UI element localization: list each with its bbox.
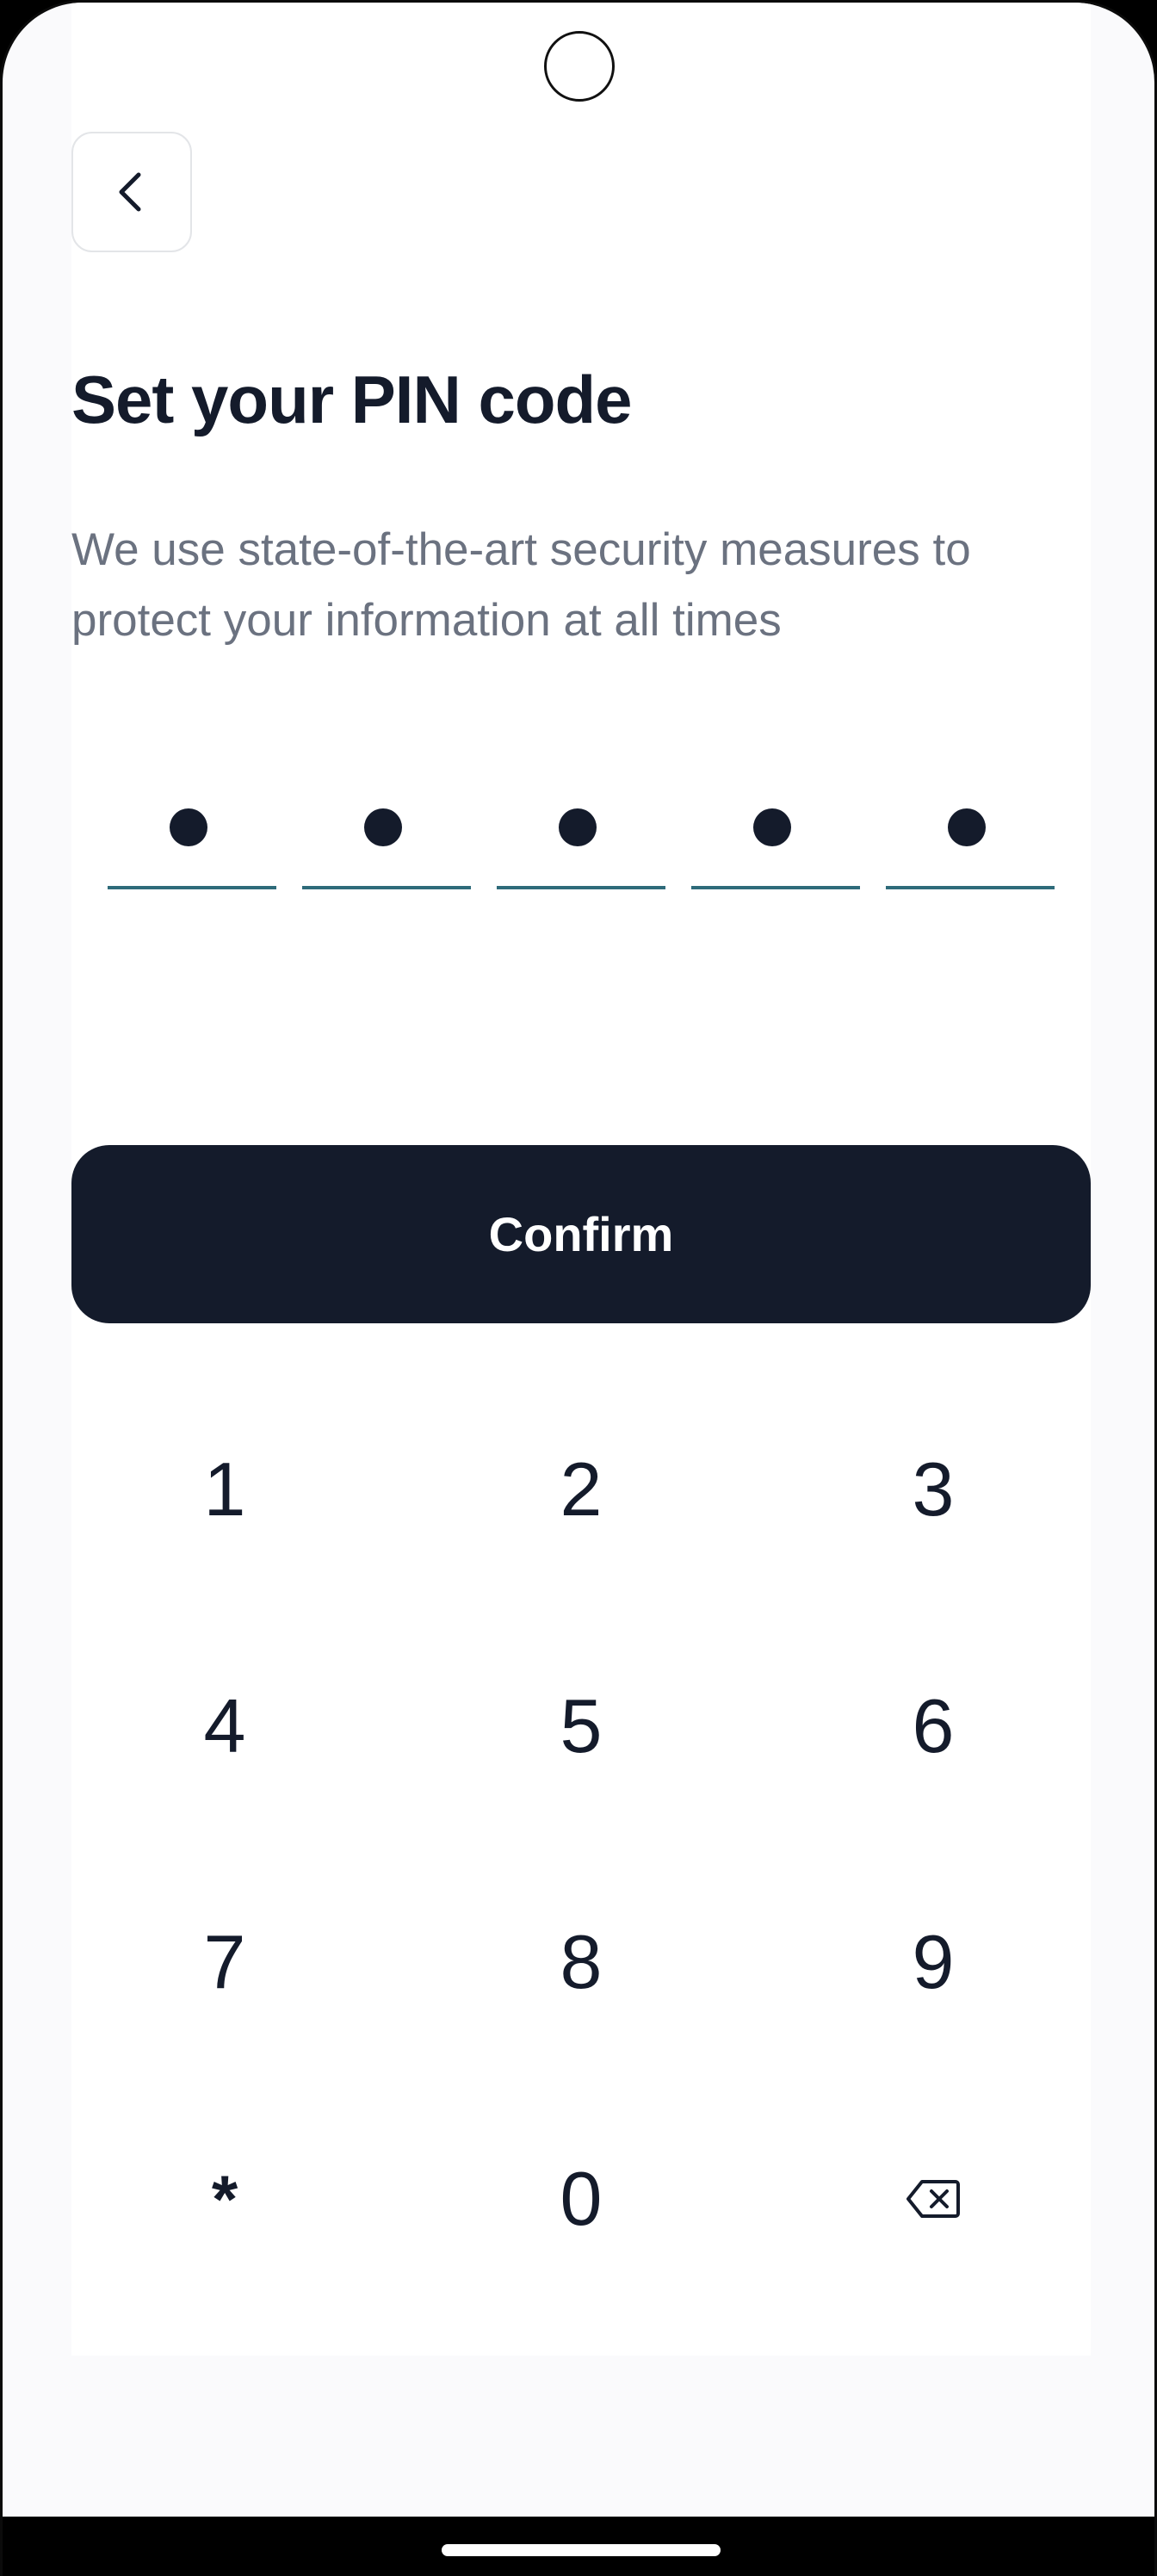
key-8[interactable]: 8 <box>452 1850 710 2074</box>
key-star[interactable]: * <box>96 2087 354 2311</box>
pin-slot[interactable] <box>302 777 471 889</box>
page-title: Set your PIN code <box>71 362 632 437</box>
confirm-button[interactable]: Confirm <box>71 1145 1091 1323</box>
page-subtitle: We use state-of-the-art security measure… <box>71 524 971 646</box>
backspace-button[interactable] <box>804 2087 1062 2311</box>
key-0[interactable]: 0 <box>452 2087 710 2311</box>
numeric-keypad: 1 2 3 4 5 6 7 8 9 * 0 <box>71 1378 1091 2325</box>
pin-dot <box>364 808 402 846</box>
key-6[interactable]: 6 <box>804 1614 1062 1838</box>
key-9[interactable]: 9 <box>804 1850 1062 2074</box>
home-indicator[interactable] <box>442 2544 721 2556</box>
pin-dot <box>559 808 597 846</box>
pin-dot <box>170 808 207 846</box>
pin-dot <box>948 808 986 846</box>
key-4[interactable]: 4 <box>96 1614 354 1838</box>
chevron-left-icon <box>119 172 141 212</box>
pin-slot[interactable] <box>497 777 665 889</box>
pin-dot <box>753 808 791 846</box>
pin-input[interactable] <box>108 777 1055 889</box>
front-camera <box>544 31 615 102</box>
key-3[interactable]: 3 <box>804 1378 1062 1601</box>
key-1[interactable]: 1 <box>96 1378 354 1601</box>
back-button[interactable] <box>71 132 192 252</box>
pin-slot[interactable] <box>886 777 1055 889</box>
phone-screen: Set your PIN code We use state-of-the-ar… <box>0 0 1157 2576</box>
key-5[interactable]: 5 <box>452 1614 710 1838</box>
key-2[interactable]: 2 <box>452 1378 710 1601</box>
backspace-icon <box>906 2180 960 2218</box>
pin-slot[interactable] <box>691 777 860 889</box>
key-7[interactable]: 7 <box>96 1850 354 2074</box>
pin-slot[interactable] <box>108 777 276 889</box>
